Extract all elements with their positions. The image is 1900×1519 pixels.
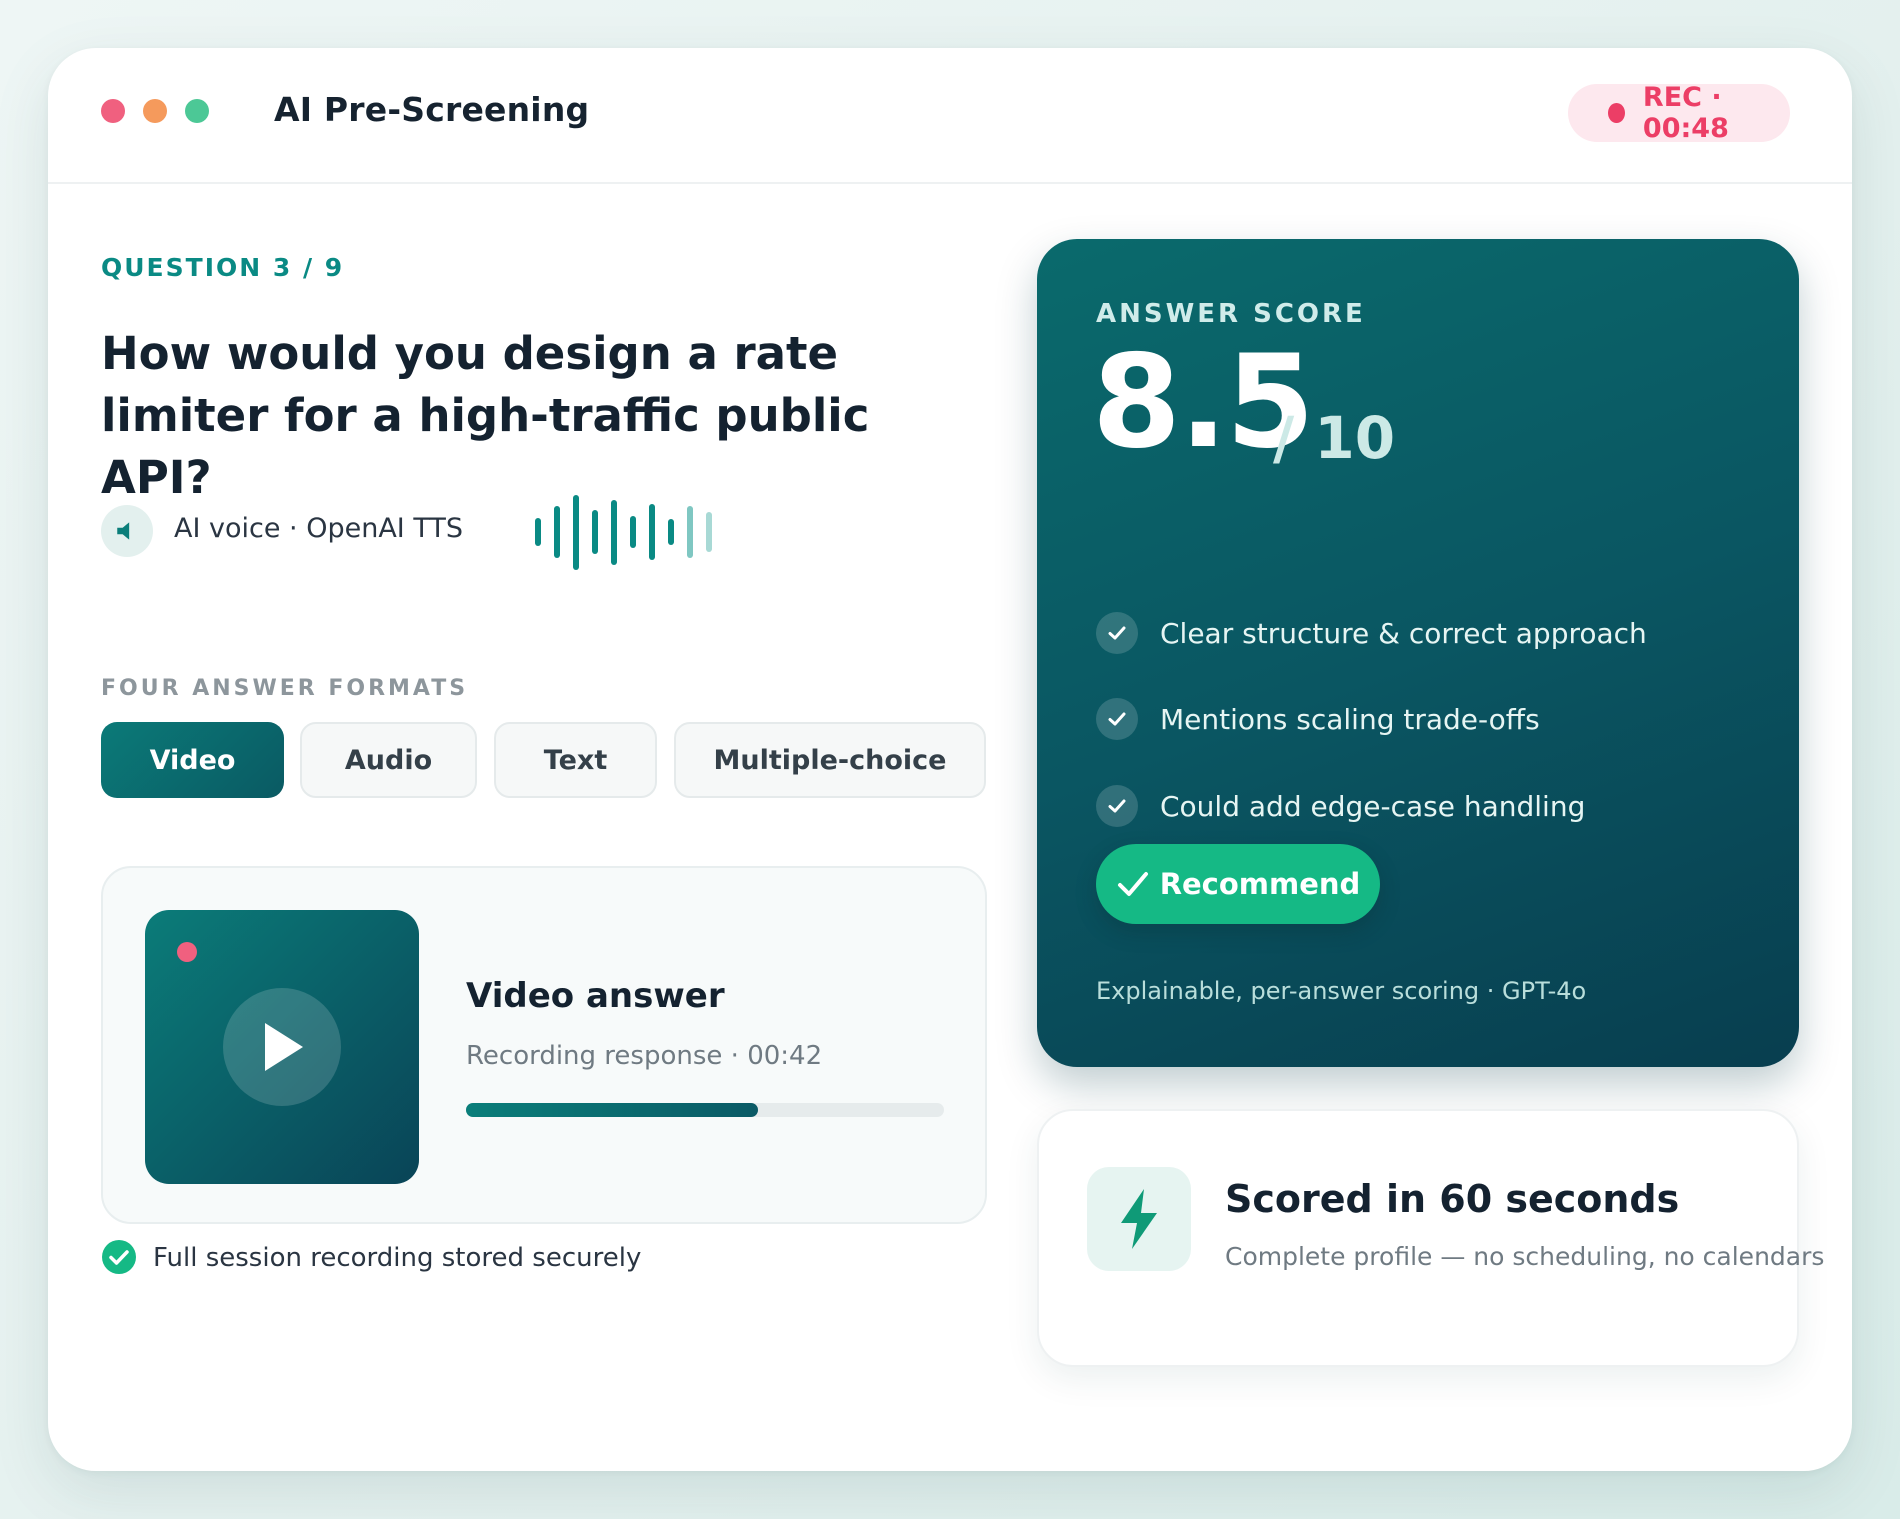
scoring-footnote: Explainable, per-answer scoring · GPT-4o — [1096, 977, 1587, 1005]
speed-title: Scored in 60 seconds — [1225, 1177, 1680, 1221]
voice-label: AI voice · OpenAI TTS — [174, 513, 463, 544]
recording-indicator-icon — [177, 942, 197, 962]
title-bar: AI Pre-Screening REC · 00:48 — [48, 48, 1852, 184]
maximize-window-dot[interactable] — [185, 99, 209, 123]
check-icon — [1096, 698, 1138, 740]
format-multiple-choice-button[interactable]: Multiple-choice — [674, 722, 986, 798]
answer-score-card: ANSWER SCORE 8.5 / 10 Clear structure & … — [1037, 239, 1799, 1067]
video-answer-title: Video answer — [466, 976, 725, 1016]
recording-badge: REC · 00:48 — [1568, 82, 1790, 144]
speed-card: Scored in 60 seconds Complete profile — … — [1037, 1109, 1824, 1367]
format-audio-button[interactable]: Audio — [300, 722, 477, 798]
speed-subtitle: Complete profile — no scheduling, no cal… — [1225, 1242, 1825, 1271]
video-answer-card: Video answer Recording response · 00:42 — [101, 866, 987, 1224]
video-answer-subtitle: Recording response · 00:42 — [466, 1041, 823, 1071]
criterion-item: Could add edge-case handling — [1096, 784, 1585, 828]
storage-note: Full session recording stored securely — [153, 1243, 642, 1273]
close-window-dot[interactable] — [101, 99, 125, 123]
app-window: AI Pre-Screening REC · 00:48 QUESTION 3 … — [48, 48, 1852, 1471]
score-label: ANSWER SCORE — [1096, 299, 1366, 329]
speaker-icon[interactable] — [101, 505, 153, 557]
recommend-button[interactable]: Recommend — [1096, 844, 1380, 924]
format-video-button[interactable]: Video — [101, 722, 284, 798]
recording-progress-bar — [466, 1103, 944, 1117]
recording-dot-icon — [1608, 103, 1625, 123]
play-icon[interactable] — [223, 988, 341, 1106]
question-counter: QUESTION 3 / 9 — [101, 253, 345, 282]
app-title: AI Pre-Screening — [274, 90, 590, 129]
audio-waveform-icon — [535, 495, 712, 570]
format-text-button[interactable]: Text — [494, 722, 657, 798]
video-thumbnail[interactable] — [145, 910, 419, 1184]
question-text: How would you design a rate limiter for … — [101, 327, 870, 504]
check-icon — [1117, 872, 1148, 896]
criterion-item: Clear structure & correct approach — [1096, 611, 1647, 655]
lightning-bolt-icon — [1087, 1167, 1191, 1271]
minimize-window-dot[interactable] — [143, 99, 167, 123]
recommend-label: Recommend — [1159, 867, 1361, 901]
criterion-text: Clear structure & correct approach — [1160, 616, 1647, 650]
score-max: / 10 — [1273, 404, 1396, 472]
recording-progress-fill — [466, 1103, 758, 1117]
criterion-item: Mentions scaling trade-offs — [1096, 697, 1540, 741]
check-icon — [1096, 785, 1138, 827]
criterion-text: Mentions scaling trade-offs — [1160, 702, 1540, 736]
formats-label: FOUR ANSWER FORMATS — [101, 676, 469, 701]
check-circle-icon — [102, 1240, 136, 1274]
recording-timer: REC · 00:48 — [1642, 82, 1729, 144]
check-icon — [1096, 612, 1138, 654]
criterion-text: Could add edge-case handling — [1160, 789, 1586, 823]
